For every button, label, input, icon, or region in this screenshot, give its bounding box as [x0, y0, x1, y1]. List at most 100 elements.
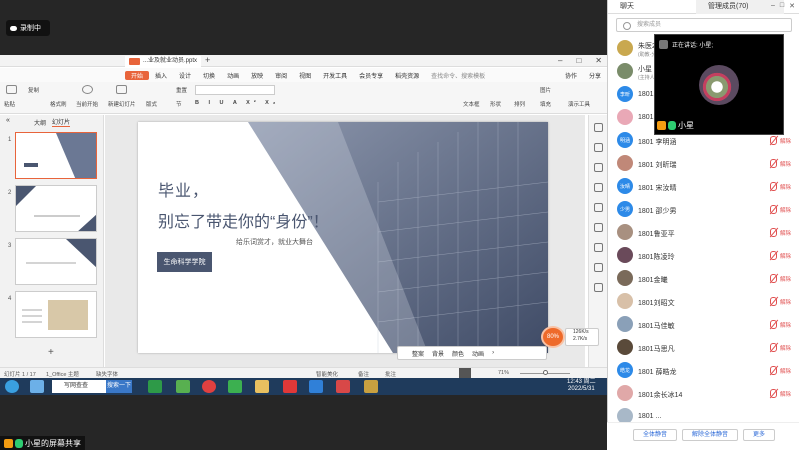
presentation-tools-button[interactable]: 演示工具: [568, 100, 590, 108]
unmute-label[interactable]: 解除: [780, 367, 791, 375]
menu-view[interactable]: 视图: [293, 71, 317, 80]
unmute-all-button[interactable]: 解除全体静音: [682, 429, 738, 441]
slide-college-label[interactable]: 生命科学学院: [157, 252, 212, 272]
tool-icon-9[interactable]: [594, 283, 603, 292]
unmute-label[interactable]: 解除: [780, 275, 791, 283]
play-icon[interactable]: [82, 85, 93, 94]
slide-thumbnail-2[interactable]: [15, 185, 97, 232]
section-button[interactable]: 节: [176, 100, 182, 108]
new-tab-button[interactable]: +: [205, 55, 210, 65]
tool-icon-8[interactable]: [594, 263, 603, 272]
member-row[interactable]: 1801马佳敏 解除: [608, 314, 799, 337]
new-slide-button[interactable]: 新建幻灯片: [108, 100, 136, 108]
collab-button[interactable]: 协作: [559, 71, 583, 80]
tool-icon-5[interactable]: [594, 203, 603, 212]
add-slide-button[interactable]: +: [48, 347, 54, 358]
tab-chat[interactable]: 聊天: [608, 0, 696, 14]
menu-transitions[interactable]: 切换: [197, 71, 221, 80]
folder-icon[interactable]: [255, 380, 269, 393]
mic-muted-icon[interactable]: [770, 205, 777, 214]
taskbar-search-input[interactable]: 写网查查: [52, 380, 106, 393]
font-selector[interactable]: [195, 85, 275, 95]
menu-insert[interactable]: 插入: [149, 71, 173, 80]
play-slideshow-icon[interactable]: [459, 368, 471, 378]
mic-muted-icon[interactable]: [770, 366, 777, 375]
menu-developer[interactable]: 开发工具: [317, 71, 353, 80]
menu-review[interactable]: 审阅: [269, 71, 293, 80]
unmute-label[interactable]: 解除: [780, 252, 791, 260]
copy-button[interactable]: 复制: [28, 86, 39, 94]
new-slide-icon[interactable]: [116, 85, 127, 94]
float-color-button[interactable]: 颜色: [452, 349, 464, 358]
member-row[interactable]: 1801陈凌玲 解除: [608, 245, 799, 268]
reset-button[interactable]: 重置: [176, 86, 187, 94]
font-style-buttons[interactable]: B I U A X² X₂: [195, 100, 279, 106]
tool-icon-2[interactable]: [594, 143, 603, 152]
minimize-icon[interactable]: –: [771, 2, 775, 10]
chevron-right-icon[interactable]: ›: [492, 350, 494, 356]
arrange-button[interactable]: 排列: [514, 100, 525, 108]
slide-subtitle[interactable]: 给乐词赏才，就业大舞台: [236, 237, 313, 247]
mic-muted-icon[interactable]: [770, 159, 777, 168]
mic-muted-icon[interactable]: [770, 320, 777, 329]
member-row[interactable]: 1801马思凡 解除: [608, 337, 799, 360]
menu-home[interactable]: 开始: [125, 70, 150, 80]
menu-resources[interactable]: 稻壳资源: [389, 71, 425, 80]
mute-all-button[interactable]: 全体静音: [633, 429, 677, 441]
layout-button[interactable]: 版式: [146, 100, 157, 108]
unmute-label[interactable]: 解除: [780, 229, 791, 237]
member-row[interactable]: 1801刘昭文 解除: [608, 291, 799, 314]
tool-icon-6[interactable]: [594, 223, 603, 232]
unmute-label[interactable]: 解除: [780, 160, 791, 168]
app-icon-2[interactable]: [176, 380, 190, 393]
video-popup[interactable]: 正在讲话: 小星; 小星: [654, 34, 784, 135]
textbox-button[interactable]: 文本框: [463, 100, 480, 108]
member-search-input[interactable]: 搜索成员: [616, 18, 792, 32]
float-animation-button[interactable]: 动画: [472, 349, 484, 358]
member-row[interactable]: 少男 1801 邵少男 解除: [608, 199, 799, 222]
member-row[interactable]: 汝晴 1801 宋汝晴 解除: [608, 176, 799, 199]
taskbar-search-button[interactable]: 搜索一下: [106, 380, 132, 393]
menu-member[interactable]: 会员专享: [353, 71, 389, 80]
mic-muted-icon[interactable]: [770, 343, 777, 352]
member-row[interactable]: 1801鲁亚平 解除: [608, 222, 799, 245]
tool-icon-7[interactable]: [594, 243, 603, 252]
tool-icon-3[interactable]: [594, 163, 603, 172]
unmute-label[interactable]: 解除: [780, 344, 791, 352]
mic-muted-icon[interactable]: [770, 251, 777, 260]
comments-button[interactable]: 批注: [385, 370, 396, 378]
tool-icon-1[interactable]: [594, 123, 603, 132]
mic-muted-icon[interactable]: [770, 228, 777, 237]
member-row[interactable]: 1801 刘昕瑞 解除: [608, 153, 799, 176]
tab-slides[interactable]: 幻灯片: [52, 117, 71, 127]
app-icon-4[interactable]: [364, 380, 378, 393]
smart-beautify-button[interactable]: 智能美化: [316, 370, 338, 378]
slide-thumbnail-1[interactable]: [15, 132, 97, 179]
slide-thumbnail-3[interactable]: [15, 238, 97, 285]
paste-icon[interactable]: [6, 85, 17, 94]
member-row[interactable]: 皓龙 1801 薛皓龙 解除: [608, 360, 799, 383]
app-icon-1[interactable]: [148, 380, 162, 393]
more-button[interactable]: 更多: [743, 429, 775, 441]
mic-muted-icon[interactable]: [770, 136, 777, 145]
shape-button[interactable]: 形状: [490, 100, 501, 108]
wps-icon[interactable]: [283, 380, 297, 393]
unmute-label[interactable]: 解除: [780, 137, 791, 145]
explorer-icon[interactable]: [30, 380, 44, 393]
menu-design[interactable]: 设计: [173, 71, 197, 80]
wechat-icon[interactable]: [228, 380, 242, 393]
maximize-icon[interactable]: □: [576, 56, 581, 65]
unmute-label[interactable]: 解除: [780, 321, 791, 329]
member-row[interactable]: 1801金曦 解除: [608, 268, 799, 291]
command-search[interactable]: 查找命令、搜索模板: [425, 71, 491, 80]
unmute-label[interactable]: 解除: [780, 206, 791, 214]
minimize-icon[interactable]: –: [558, 56, 562, 65]
tab-outline[interactable]: 大纲: [34, 118, 46, 127]
unmute-label[interactable]: 解除: [780, 298, 791, 306]
slide-title-line2[interactable]: 别忘了带走你的“身份”！: [158, 208, 329, 232]
mic-muted-icon[interactable]: [770, 297, 777, 306]
speed-ball-badge[interactable]: 80%: [541, 326, 565, 348]
picture-button[interactable]: 图片: [540, 86, 551, 94]
notes-button[interactable]: 备注: [358, 370, 369, 378]
menu-slideshow[interactable]: 放映: [245, 71, 269, 80]
